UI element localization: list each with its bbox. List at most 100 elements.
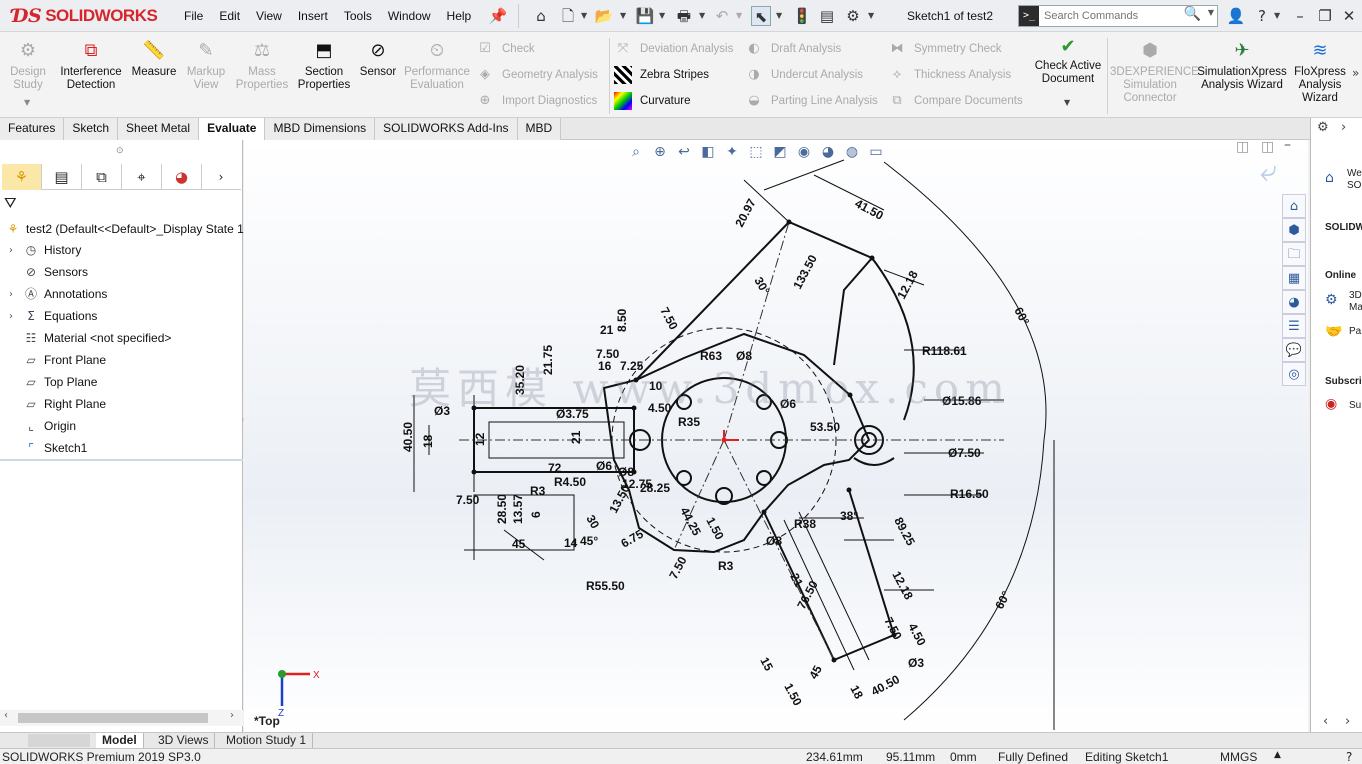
dim-label[interactable]: 14 (564, 536, 578, 550)
select-icon[interactable]: ⬉ (751, 6, 771, 26)
user-icon[interactable]: 👤 (1226, 6, 1246, 26)
tab-mbd-dimensions[interactable]: MBD Dimensions (265, 118, 376, 140)
units-dropdown-icon[interactable]: ▲ (1274, 750, 1281, 760)
dim-label[interactable]: 21 (600, 323, 614, 337)
tab-3d-views[interactable]: 3D Views (152, 733, 216, 749)
welcome-label[interactable]: We SO (1347, 168, 1362, 192)
dim-label[interactable]: 28.25 (640, 481, 670, 495)
draft-analysis-button[interactable]: ◐ Draft Analysis (745, 38, 841, 60)
search-commands[interactable]: >_ 🔍 ▼ (1018, 5, 1218, 27)
dimxpert-manager-tab-icon[interactable]: ⌖ (122, 164, 162, 190)
tree-item-annotations[interactable]: › Ⓐ Annotations (0, 283, 107, 305)
unit-system[interactable]: MMGS (1220, 750, 1257, 764)
undercut-analysis-button[interactable]: ◑ Undercut Analysis (745, 64, 863, 86)
menu-help[interactable]: Help (439, 9, 480, 23)
compare-documents-button[interactable]: ⧉ Compare Documents (888, 90, 1022, 112)
graphics-viewport[interactable]: ⌕ ⊕ ↩ ◧ ✦ ⬚ ◩ ◉ ◕ ◍ ▭ ◫ ◫ – ⤶ 20.97 41.5… (244, 140, 1308, 732)
menu-view[interactable]: View (248, 9, 290, 23)
thickness-analysis-button[interactable]: ⟡ Thickness Analysis (888, 64, 1011, 86)
select-dropdown-icon[interactable]: ▼ (776, 6, 782, 26)
geometry-analysis-button[interactable]: ◈ Geometry Analysis (476, 64, 598, 86)
help-icon[interactable]: ? (1252, 6, 1272, 26)
pane-forward-icon[interactable]: › (1345, 714, 1350, 729)
sketch-drawing[interactable]: 20.97 41.50 133.50 30° 12.18 60° 7.50 8.… (244, 140, 1308, 732)
dim-label[interactable]: 28.50 (495, 494, 509, 524)
sketch-point[interactable] (831, 657, 837, 663)
configuration-manager-tab-icon[interactable]: ⧉ (82, 164, 122, 190)
design-library-icon[interactable]: ⬢ (1282, 218, 1306, 242)
dim-label[interactable]: 8.50 (615, 308, 629, 332)
custom-properties-icon[interactable]: ☰ (1282, 314, 1306, 338)
dim-label[interactable]: 21 (569, 430, 583, 444)
forum-icon[interactable]: 💬 (1282, 338, 1306, 362)
tree-horizontal-scrollbar[interactable]: ‹ › (0, 710, 243, 726)
menu-file[interactable]: File (176, 9, 211, 23)
dim-label[interactable]: 41.50 (853, 196, 886, 223)
performance-evaluation-button[interactable]: ⏲ Performance Evaluation (402, 38, 472, 92)
dim-label[interactable]: 45 (806, 663, 825, 682)
edit-mode[interactable]: Editing Sketch1 (1085, 750, 1168, 764)
dim-label[interactable]: 44.25 (677, 505, 704, 538)
dim-label[interactable]: Ø6 (596, 459, 612, 473)
dim-label[interactable]: 40.50 (401, 422, 415, 452)
dim-label[interactable]: 4.50 (905, 621, 928, 648)
tab-features[interactable]: Features (0, 118, 65, 140)
zebra-stripes-button[interactable]: Zebra Stripes (614, 64, 709, 86)
tabs-scroll-right-icon[interactable]: › (202, 164, 240, 190)
check-active-document-button[interactable]: ✔ Check Active Document (1032, 36, 1104, 86)
dim-label[interactable]: R4.50 (554, 475, 586, 489)
dim-label[interactable]: R16.50 (950, 487, 989, 501)
dim-label[interactable]: 30 (583, 513, 602, 532)
tab-sheet-metal[interactable]: Sheet Metal (118, 118, 200, 140)
new-dropdown-icon[interactable]: ▼ (581, 6, 587, 26)
markup-view-button[interactable]: ✎ Markup View (182, 38, 230, 92)
dim-label[interactable]: 30° (751, 275, 772, 298)
restore-icon[interactable]: ❐ (1315, 6, 1335, 26)
tree-root[interactable]: ⚘ test2 (Default<<Default>_Display State… (4, 218, 255, 240)
measure-button[interactable]: 📏 Measure (130, 38, 178, 79)
expand-icon[interactable]: › (0, 311, 22, 322)
tab-solidworks-addins[interactable]: SOLIDWORKS Add-Ins (375, 118, 518, 140)
menu-edit[interactable]: Edit (211, 9, 248, 23)
undo-icon[interactable]: ↶ (712, 6, 732, 26)
dim-label[interactable]: 89.25 (891, 515, 918, 548)
curvature-button[interactable]: Curvature (614, 90, 691, 112)
tab-navigation-arrows[interactable] (28, 734, 90, 747)
menu-window[interactable]: Window (380, 9, 439, 23)
dim-label[interactable]: Ø3 (908, 656, 924, 670)
scroll-left-icon[interactable]: ‹ (4, 710, 8, 721)
dim-label[interactable]: 18 (421, 434, 435, 448)
dim-label[interactable]: 40.50 (869, 672, 902, 699)
dim-label[interactable]: 15 (757, 655, 776, 674)
import-diagnostics-button[interactable]: ⊕ Import Diagnostics (476, 90, 598, 112)
tab-mbd[interactable]: MBD (517, 118, 562, 140)
sketch-point[interactable] (869, 255, 875, 261)
expand-icon[interactable]: › (0, 245, 22, 256)
print-dropdown-icon[interactable]: ▼ (699, 6, 705, 26)
bolt-hole-bottomleft[interactable] (676, 470, 692, 486)
home-icon[interactable]: ⌂ (531, 6, 551, 26)
section-properties-button[interactable]: ⬒ Section Properties (294, 38, 354, 92)
tab-sketch[interactable]: Sketch (64, 118, 119, 140)
expand-icon[interactable]: › (0, 289, 22, 300)
dim-label[interactable]: Ø7.50 (948, 446, 981, 460)
scrollbar-thumb[interactable] (18, 713, 208, 723)
task-pane-settings-icon[interactable]: ⚙ (1317, 120, 1329, 135)
check-active-dropdown-icon[interactable]: ▼ (1064, 98, 1070, 107)
check-button[interactable]: ☑ Check (476, 38, 534, 60)
print-icon[interactable]: 🖶 (674, 6, 694, 26)
dim-label[interactable]: R3 (530, 484, 546, 498)
sketch-point[interactable] (471, 469, 477, 475)
search-dropdown-icon[interactable]: ▼ (1208, 8, 1214, 17)
options-dropdown-icon[interactable]: ▼ (868, 6, 874, 26)
angle-dim-arc-lower[interactable] (903, 439, 1045, 721)
feature-manager-tab-icon[interactable]: ⚘ (2, 164, 42, 190)
arc-r16[interactable] (853, 457, 895, 466)
undo-dropdown-icon[interactable]: ▼ (736, 6, 742, 26)
bolt-hole-bottomright[interactable] (756, 470, 772, 486)
dim-label[interactable]: 18 (847, 683, 866, 702)
dim-label[interactable]: 53.50 (810, 420, 840, 434)
tab-model[interactable]: Model (96, 733, 144, 749)
save-dropdown-icon[interactable]: ▼ (659, 6, 665, 26)
search-input[interactable] (1044, 10, 1184, 22)
